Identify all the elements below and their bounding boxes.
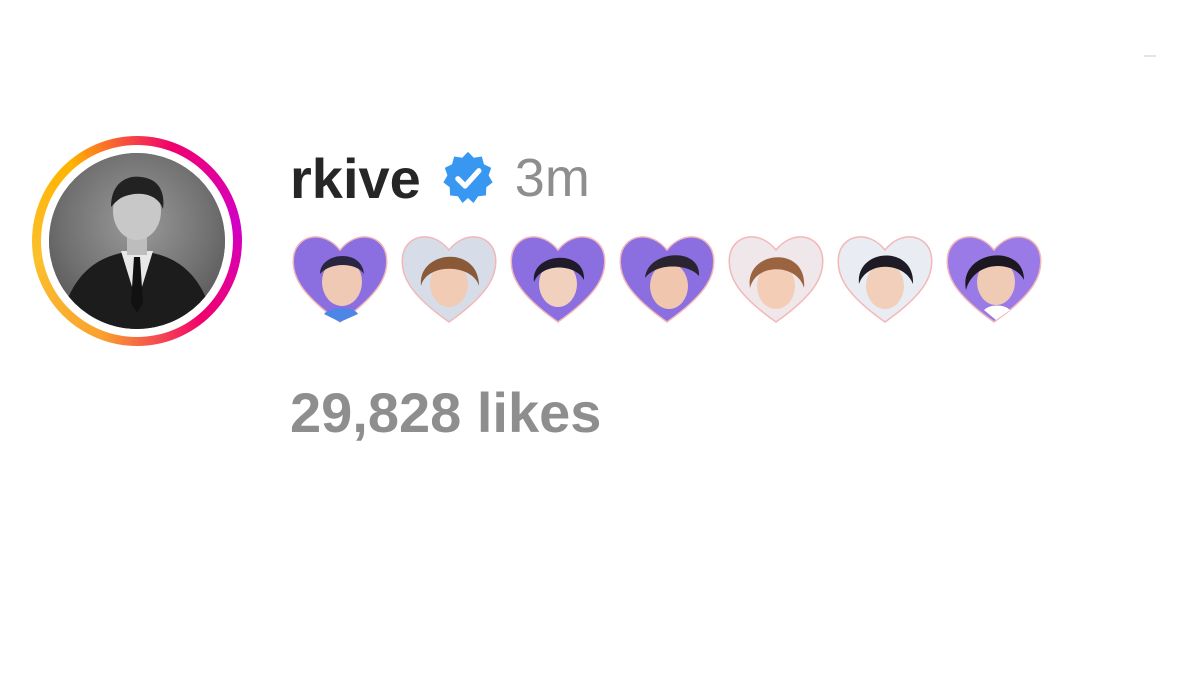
post-info-panel: rkive 3m 29,828 likes [0,0,1200,674]
heart-photo-icon [946,236,1042,323]
heart-photo-icon [837,236,933,323]
heart-photo-icon [728,236,824,323]
post-timestamp[interactable]: 3m [515,147,590,209]
heart-photo-icon [510,236,606,323]
story-ring-avatar[interactable] [32,136,242,346]
avatar-photo [49,153,225,329]
post-header: rkive 3m [290,140,590,216]
verified-badge-icon [443,151,493,203]
likes-count[interactable]: 29,828 likes [290,380,601,445]
divider [1144,55,1156,57]
caption-emojis [290,230,1044,326]
heart-photo-icon [292,236,388,323]
heart-photo-icon [401,236,497,323]
heart-photo-icon [619,236,715,323]
avatar[interactable] [49,153,225,329]
username-link[interactable]: rkive [290,146,421,211]
